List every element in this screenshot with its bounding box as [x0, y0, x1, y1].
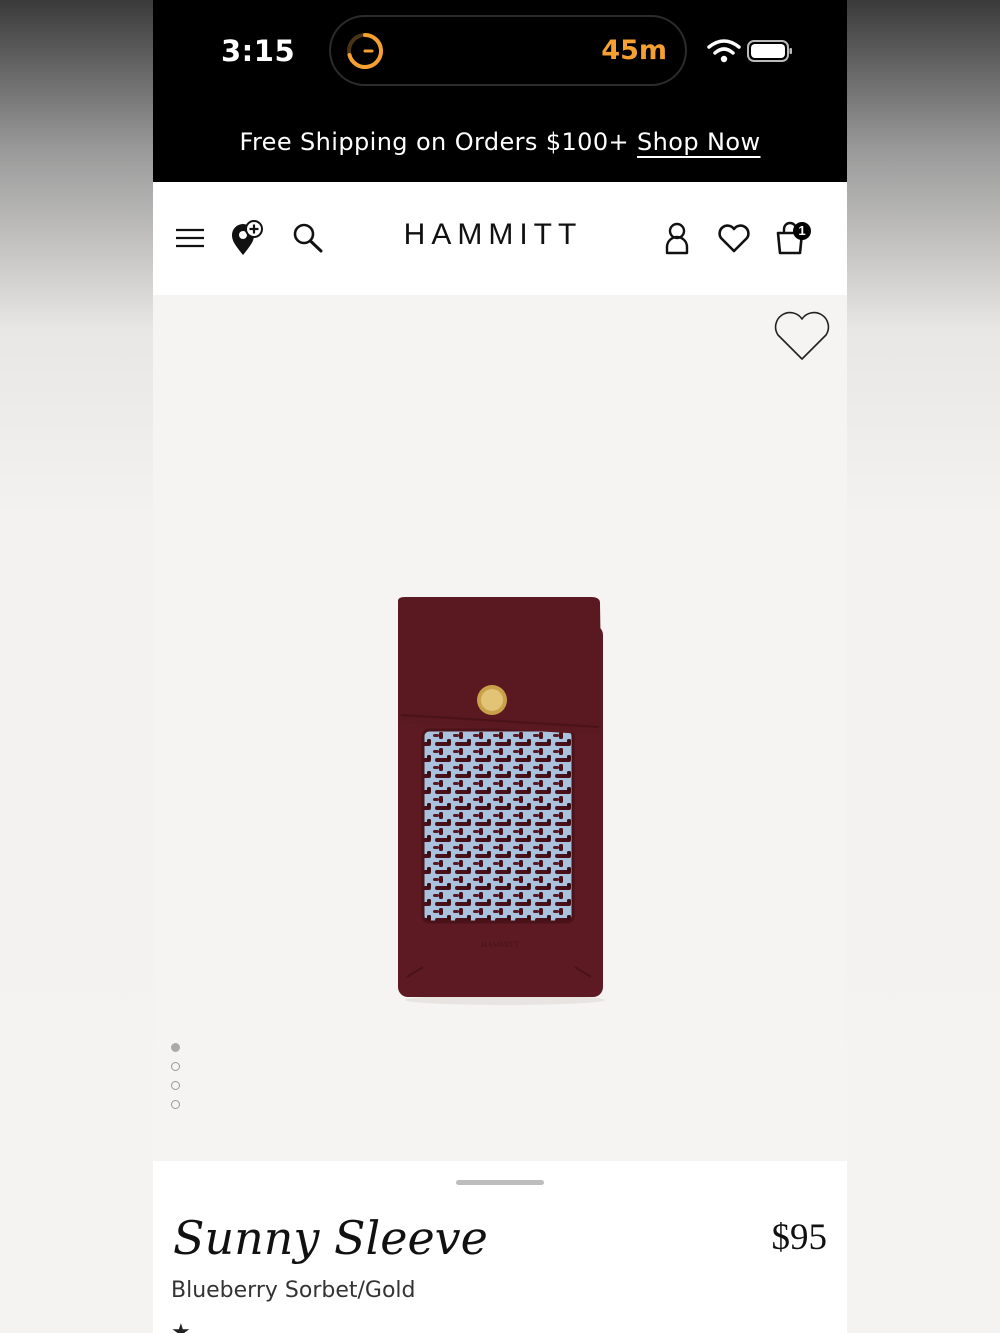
product-price: $95 [771, 1217, 828, 1258]
phone-screen: 3:15 45m Free Shipping on Orders $100+ S… [153, 0, 847, 1333]
store-locator-icon[interactable] [229, 220, 263, 256]
status-bar: 3:15 45m [153, 0, 847, 100]
account-icon[interactable] [660, 220, 694, 256]
svg-text:HAMMITT: HAMMITT [481, 940, 519, 949]
pagination-dot[interactable] [171, 1043, 180, 1052]
promo-banner: Free Shipping on Orders $100+ Shop Now [153, 100, 847, 182]
product-gallery[interactable]: HAMMITT [153, 295, 847, 1161]
rating-star-icon[interactable]: ★ [171, 1319, 191, 1333]
add-to-wishlist-heart-icon[interactable] [773, 311, 831, 363]
brand-logo[interactable]: HAMMITT [403, 218, 583, 252]
dynamic-island[interactable]: 45m [331, 17, 685, 84]
wishlist-icon[interactable] [717, 220, 751, 256]
header-nav: HAMMITT 1 [153, 182, 847, 295]
battery-icon [747, 40, 792, 62]
cart-count-badge: 1 [793, 222, 811, 240]
product-name: Sunny Sleeve [173, 1211, 488, 1265]
pagination-dot[interactable] [171, 1100, 180, 1109]
shop-now-link[interactable]: Shop Now [637, 128, 760, 156]
promo-text: Free Shipping on Orders $100+ [239, 128, 630, 156]
menu-icon[interactable] [173, 220, 207, 256]
product-info-sheet: Sunny Sleeve $95 Blueberry Sorbet/Gold ★ [153, 1161, 847, 1333]
timer-readout: 45m [601, 35, 667, 66]
status-time: 3:15 [221, 34, 296, 68]
timer-icon [347, 33, 383, 69]
sheet-grabber[interactable] [456, 1180, 544, 1185]
product-color: Blueberry Sorbet/Gold [171, 1278, 416, 1303]
wifi-icon [707, 39, 741, 63]
image-pagination[interactable] [171, 1043, 180, 1119]
search-icon[interactable] [291, 220, 325, 256]
pagination-dot[interactable] [171, 1081, 180, 1090]
product-image: HAMMITT [398, 597, 605, 1005]
pagination-dot[interactable] [171, 1062, 180, 1071]
